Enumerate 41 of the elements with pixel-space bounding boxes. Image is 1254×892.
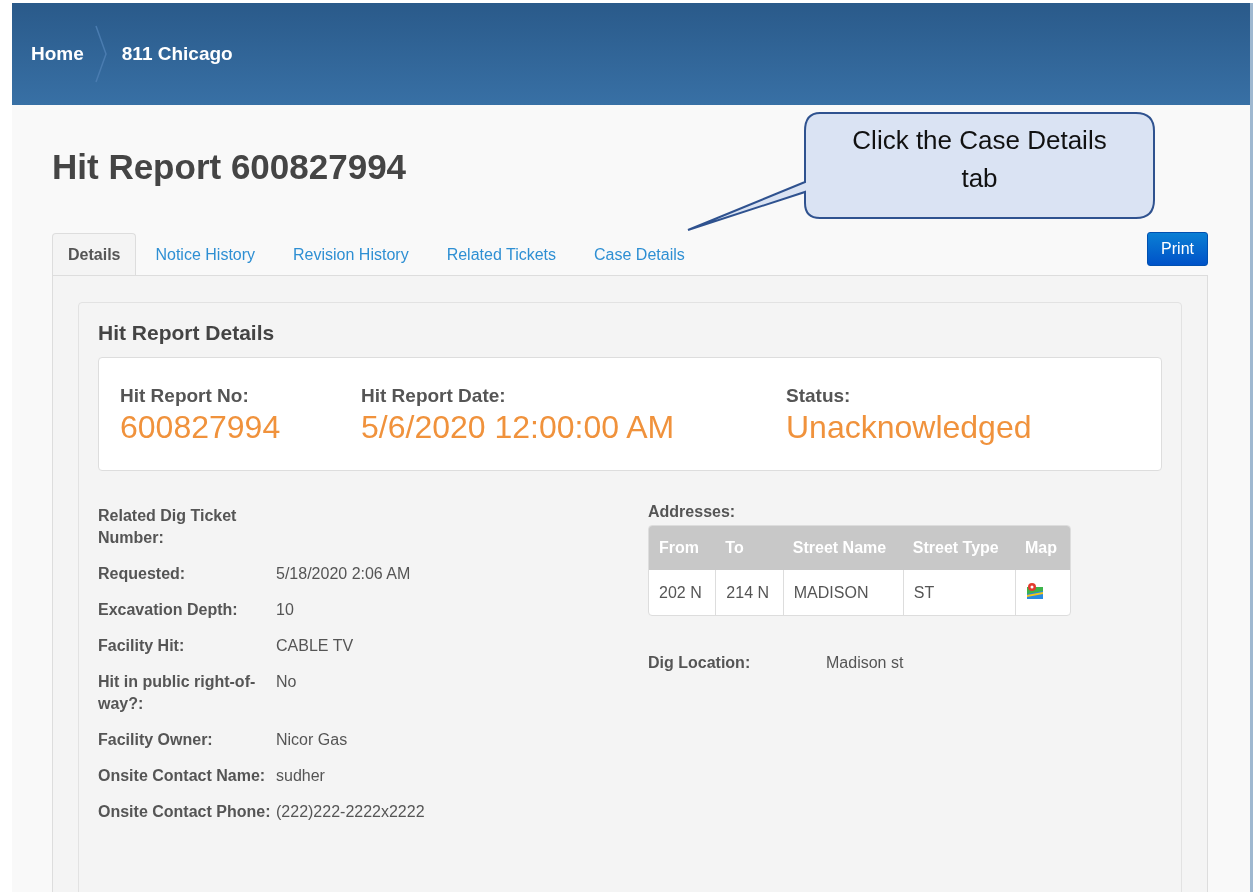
summary-value: Unacknowledged xyxy=(786,409,1032,446)
table-cell: 214 N xyxy=(715,570,783,615)
section-title: Hit Report Details xyxy=(98,321,276,345)
tab[interactable]: Details xyxy=(52,233,137,275)
field-value: Madison st xyxy=(826,654,904,672)
field-label: Facility Owner: xyxy=(98,730,214,750)
field-value: 5/18/2020 2:06 AM xyxy=(276,564,411,584)
field-label: Addresses: xyxy=(648,503,737,521)
field-value: Nicor Gas xyxy=(276,730,348,750)
field-label: Requested: xyxy=(98,564,187,584)
callout-text: Click the Case Details tab xyxy=(851,124,1108,195)
field-value: (222)222-2222x2222 xyxy=(276,802,425,822)
tab[interactable]: Notice History xyxy=(136,233,275,275)
field-value: 10 xyxy=(276,600,294,620)
breadcrumb-link[interactable]: 811 Chicago xyxy=(121,43,233,65)
field-label: Facility Hit: xyxy=(98,636,186,656)
summary-value: 600827994 xyxy=(120,409,282,446)
table-cell-text: 202 N xyxy=(658,582,703,603)
table-cell: ST xyxy=(902,570,1015,615)
print-button[interactable]: Print xyxy=(1147,232,1208,266)
summary-label: Hit Report Date: xyxy=(361,385,507,407)
field-label: Dig Location: xyxy=(648,654,752,672)
summary-value: 5/6/2020 12:00:00 AM xyxy=(361,409,676,446)
map-icon[interactable] xyxy=(1025,581,1044,600)
tab[interactable]: Revision History xyxy=(274,233,428,275)
field-label: Onsite Contact Phone: xyxy=(98,802,272,822)
field-label: Hit in public right-of-way?: xyxy=(98,672,257,714)
chevron-icon xyxy=(93,24,108,84)
field-label: Onsite Contact Name: xyxy=(98,766,267,786)
tab[interactable]: Case Details xyxy=(575,233,704,275)
page-title: Hit Report 600827994 xyxy=(52,147,407,188)
tab[interactable]: Related Tickets xyxy=(427,233,576,275)
breadcrumb-link[interactable]: Home xyxy=(31,43,84,65)
table-cell: MADISON xyxy=(782,570,903,615)
summary-label: Status: xyxy=(786,385,852,407)
field-value: No xyxy=(276,672,297,692)
field-value: CABLE TV xyxy=(276,636,354,656)
field-label: Related Dig Ticket Number: xyxy=(98,506,238,548)
field-label: Excavation Depth: xyxy=(98,600,239,620)
summary-label: Hit Report No: xyxy=(120,385,250,407)
field-value: sudher xyxy=(276,766,325,786)
